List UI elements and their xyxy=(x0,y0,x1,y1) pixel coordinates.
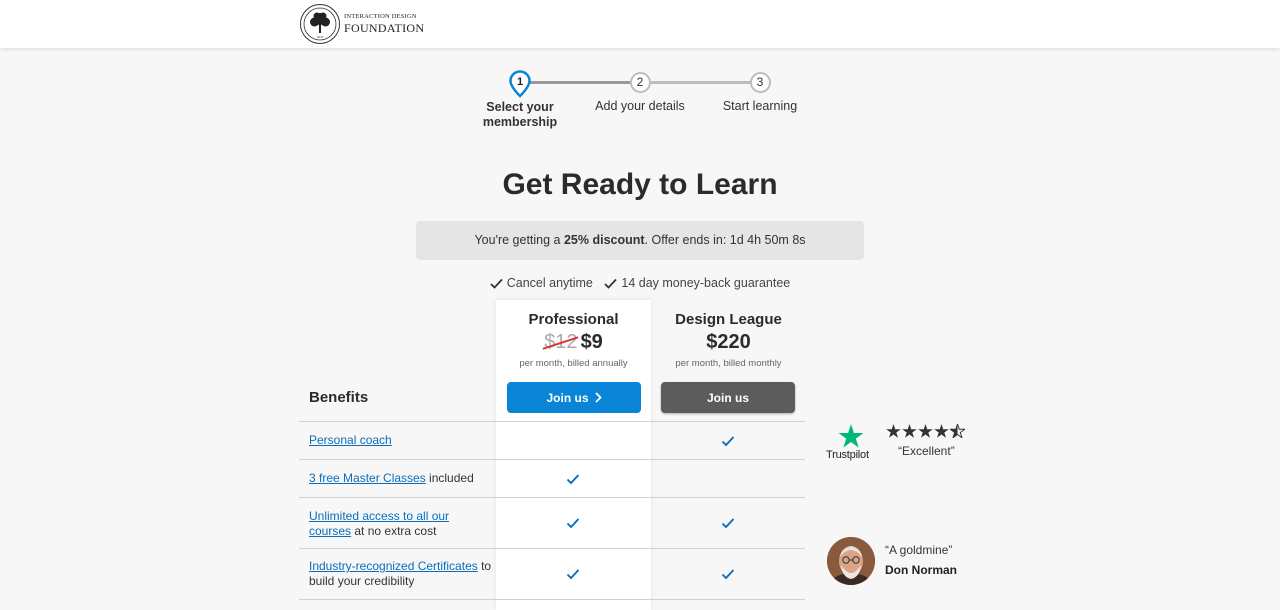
step-label: Start learning xyxy=(722,99,798,113)
site-header: IxDF INTERACTION DESIGN FOUNDATION xyxy=(0,0,1280,48)
plan-name: Professional xyxy=(528,311,619,328)
guarantee-money-back: 14 day money-back guarantee xyxy=(604,276,790,290)
logo-wordmark: INTERACTION DESIGN FOUNDATION xyxy=(344,14,424,34)
row-divider xyxy=(299,421,805,422)
step-select-membership: 1 Select your membership xyxy=(460,70,580,130)
step-add-details: 2 Add your details xyxy=(580,70,700,114)
half-star-icon xyxy=(950,424,965,438)
star-icon xyxy=(902,424,917,438)
ixdf-logo[interactable]: IxDF INTERACTION DESIGN FOUNDATION xyxy=(300,4,424,44)
guarantees-row: Cancel anytime 14 day money-back guarant… xyxy=(0,276,1280,292)
plan-billing: per month, billed monthly xyxy=(675,358,782,369)
check-icon xyxy=(566,569,580,580)
plan-name: Design League xyxy=(675,311,782,328)
tree-seal-icon: IxDF xyxy=(300,4,340,44)
plan-professional-column: Professional $12 $9 per month, billed ann… xyxy=(496,300,651,610)
benefit-certificates: Industry-recognized Certificates to buil… xyxy=(309,559,494,588)
step-start-learning: 3 Start learning xyxy=(700,70,820,114)
benefits-heading: Benefits xyxy=(309,389,369,406)
testimonial-quote: “A goldmine” xyxy=(885,543,953,557)
check-icon xyxy=(566,474,580,485)
old-price: $12 xyxy=(544,331,578,353)
location-pin-icon: 1 xyxy=(508,70,532,98)
logo-line-1: INTERACTION DESIGN xyxy=(344,13,417,21)
check-icon xyxy=(721,518,735,529)
discount-banner: You're getting a 25% discount. Offer end… xyxy=(416,221,864,260)
guarantee-label: Cancel anytime xyxy=(506,276,593,290)
plan-billing: per month, billed annually xyxy=(519,358,628,369)
check-icon xyxy=(566,518,580,529)
row-divider xyxy=(299,459,805,460)
benefit-link[interactable]: 3 free Master Classes xyxy=(309,471,426,485)
check-icon xyxy=(604,278,618,289)
discount-countdown: . Offer ends in: 1d 4h 50m 8s xyxy=(644,233,806,247)
logo-line-2: FOUNDATION xyxy=(344,20,425,35)
plan-design-league-column: Design League $220 per month, billed mon… xyxy=(651,300,806,420)
star-icon xyxy=(886,424,901,438)
plan-price: $12 $9 xyxy=(496,331,651,354)
row-divider xyxy=(299,548,805,549)
benefit-personal-coach: Personal coach xyxy=(309,433,494,448)
trustpilot-rating: Trustpilot “Excellent” xyxy=(826,424,976,464)
benefit-text: included xyxy=(425,471,474,485)
discount-highlight: 25% discount xyxy=(563,233,645,247)
benefit-link[interactable]: Industry-recognized Certificates xyxy=(309,559,478,573)
trustpilot-quote: “Excellent” xyxy=(898,444,955,458)
discount-prefix: You're getting a xyxy=(474,233,564,247)
rating-stars xyxy=(886,424,965,438)
button-label: Join us xyxy=(546,390,589,405)
step-label: Add your details xyxy=(595,99,685,113)
chevron-right-icon xyxy=(594,392,602,403)
step-1-number: 1 xyxy=(517,76,523,88)
avatar xyxy=(827,537,875,585)
benefit-master-classes: 3 free Master Classes included xyxy=(309,471,494,486)
step-number: 2 xyxy=(629,72,651,93)
check-icon xyxy=(490,278,503,289)
testimonial-author: Don Norman xyxy=(885,563,957,577)
benefit-text: at no extra cost xyxy=(351,523,437,538)
row-divider xyxy=(299,599,805,600)
button-label: Join us xyxy=(706,390,749,405)
check-icon xyxy=(721,436,735,447)
guarantee-cancel: Cancel anytime xyxy=(490,276,593,290)
seal-text: IxDF xyxy=(317,35,324,39)
current-price: $9 xyxy=(580,331,603,353)
page-title: Get Ready to Learn xyxy=(502,168,778,201)
join-design-league-button[interactable]: Join us xyxy=(661,382,795,413)
step-label: Select your membership xyxy=(482,100,558,129)
check-icon xyxy=(721,569,735,580)
checkout-stepper: 1 Select your membership 2 Add your deta… xyxy=(480,70,820,134)
plan-price: $220 xyxy=(706,331,751,353)
star-icon xyxy=(918,424,933,438)
join-professional-button[interactable]: Join us xyxy=(507,382,641,413)
row-divider xyxy=(299,497,805,498)
guarantee-label: 14 day money-back guarantee xyxy=(621,276,791,290)
benefit-link[interactable]: Personal coach xyxy=(309,433,392,447)
benefit-unlimited-courses: Unlimited access to all our courses at n… xyxy=(309,509,494,538)
trustpilot-star-icon xyxy=(838,424,864,448)
testimonial: “A goldmine” Don Norman xyxy=(827,537,987,587)
star-icon xyxy=(934,424,949,438)
trustpilot-brand: Trustpilot xyxy=(826,449,869,461)
step-number: 3 xyxy=(749,72,771,93)
